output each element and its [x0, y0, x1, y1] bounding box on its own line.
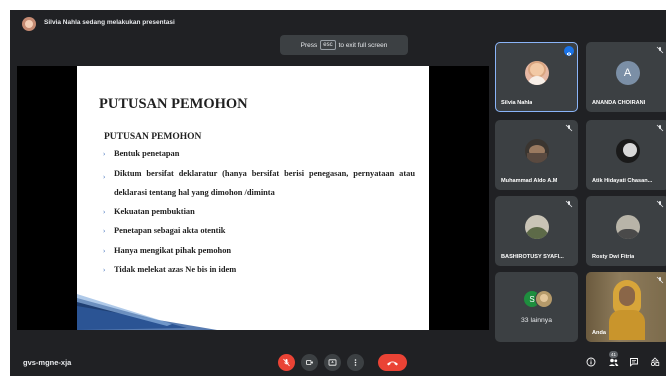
avatar [524, 215, 549, 239]
slide-bullet: › Tidak melekat azas Ne bis in idem [103, 264, 415, 276]
slide-bullet: › Bentuk penetapan [103, 148, 415, 160]
participant-name: Muhammad Aldo A.M [501, 178, 558, 184]
participant-name: Atik Hidayati Chasan... [592, 178, 653, 184]
bullet-text: Diktum bersifat deklaratur (hanya bersif… [114, 168, 415, 198]
app-root: Silvia Nahla sedang melakukan presentasi… [0, 0, 666, 376]
bullet-arrow-icon: › [103, 246, 106, 255]
avatar [535, 290, 553, 308]
participant-tile[interactable]: Muhammad Aldo A.M [495, 120, 578, 190]
slide-bullet: › Diktum bersifat deklaratur (hanya bersi… [103, 164, 415, 203]
participant-name: Anda [592, 330, 606, 336]
present-button[interactable] [324, 354, 341, 371]
activities-icon [650, 357, 660, 367]
meeting-code: gvs-mgne-xja [23, 358, 72, 367]
others-count-label: 33 lainnya [521, 317, 552, 324]
presenter-text: Silvia Nahla sedang melakukan presentasi [44, 19, 175, 26]
people-count-badge: 41 [609, 351, 618, 358]
participant-name: ANANDA CHOIRANI [592, 100, 646, 106]
bullet-text: Penetapan sebagai akta otentik [114, 226, 226, 235]
participant-tile[interactable]: Atik Hidayati Chasan... [586, 120, 666, 190]
participant-name: Silvia Nahla [501, 100, 533, 106]
people-icon [608, 358, 618, 366]
toast-suffix: to exit full screen [338, 41, 388, 49]
presentation-stage[interactable]: PUTUSAN PEMOHON PUTUSAN PEMOHON › Bentuk … [17, 66, 489, 330]
mic-off-icon [656, 276, 664, 284]
slide-bullet-list: › Bentuk penetapan › Diktum bersifat dekla… [103, 148, 415, 284]
participant-tile[interactable]: BASHIROTUSY SYAFI... [495, 196, 578, 266]
mic-off-icon [656, 46, 664, 54]
mic-off-icon [656, 200, 664, 208]
avatar: A [615, 61, 640, 85]
mic-off-icon [283, 358, 290, 367]
meet-window: Silvia Nahla sedang melakukan presentasi… [10, 10, 666, 376]
chat-button[interactable] [628, 356, 640, 368]
participant-name: Rosty Dwi Fitria [592, 254, 635, 260]
avatar [524, 61, 549, 85]
meeting-details-button[interactable] [585, 356, 597, 368]
slide: PUTUSAN PEMOHON PUTUSAN PEMOHON › Bentuk … [77, 66, 429, 330]
slide-bullet: › Kekuatan pembuktian [103, 206, 415, 218]
chat-icon [630, 358, 638, 367]
mic-off-icon [565, 124, 573, 132]
info-icon [586, 357, 596, 367]
bullet-arrow-icon: › [103, 172, 106, 181]
mic-off-icon [656, 124, 664, 132]
avatar [615, 139, 640, 163]
participant-tile[interactable]: Silvia Nahla [495, 42, 578, 112]
slide-title: PUTUSAN PEMOHON [99, 96, 248, 112]
bullet-text: Tidak melekat azas Ne bis in idem [114, 265, 237, 274]
hang-up-icon [387, 361, 398, 365]
mic-toggle-button[interactable] [278, 354, 295, 371]
participant-tile[interactable]: Rosty Dwi Fitria [586, 196, 666, 266]
bullet-arrow-icon: › [103, 266, 106, 274]
presenter-avatar [22, 17, 36, 31]
esc-key: esc [320, 40, 336, 50]
slide-bullet: › Hanya mengikat pihak pemohon [103, 245, 415, 257]
bullet-arrow-icon: › [103, 150, 106, 158]
more-vert-icon [354, 359, 357, 366]
end-call-button[interactable] [378, 354, 407, 371]
presenter-banner: Silvia Nahla sedang melakukan presentasi [10, 10, 666, 38]
avatar [524, 139, 549, 163]
bullet-arrow-icon: › [103, 227, 106, 235]
camera-icon [306, 360, 313, 365]
activities-button[interactable] [649, 356, 661, 368]
more-options-button[interactable] [347, 354, 364, 371]
bullet-text: Hanya mengikat pihak pemohon [114, 245, 232, 255]
toast-prefix: Press [300, 41, 318, 49]
others-avatars: S [523, 290, 553, 308]
fullscreen-toast: Press esc to exit full screen [280, 35, 408, 55]
slide-subtitle: PUTUSAN PEMOHON [104, 132, 202, 142]
avatar [615, 215, 640, 239]
self-tile[interactable]: Anda [586, 272, 666, 342]
participant-name: BASHIROTUSY SYAFI... [501, 254, 564, 260]
slide-decoration [77, 294, 217, 330]
others-tile[interactable]: S 33 lainnya [495, 272, 578, 342]
bullet-text: Kekuatan pembuktian [114, 206, 195, 216]
bullet-text: Bentuk penetapan [114, 149, 180, 158]
speaking-icon [564, 46, 574, 56]
camera-toggle-button[interactable] [301, 354, 318, 371]
slide-bullet: › Penetapan sebagai akta otentik [103, 225, 415, 237]
participant-tile[interactable]: A ANANDA CHOIRANI [586, 42, 666, 112]
present-screen-icon [328, 359, 337, 366]
mic-off-icon [565, 200, 573, 208]
bullet-arrow-icon: › [103, 207, 106, 216]
